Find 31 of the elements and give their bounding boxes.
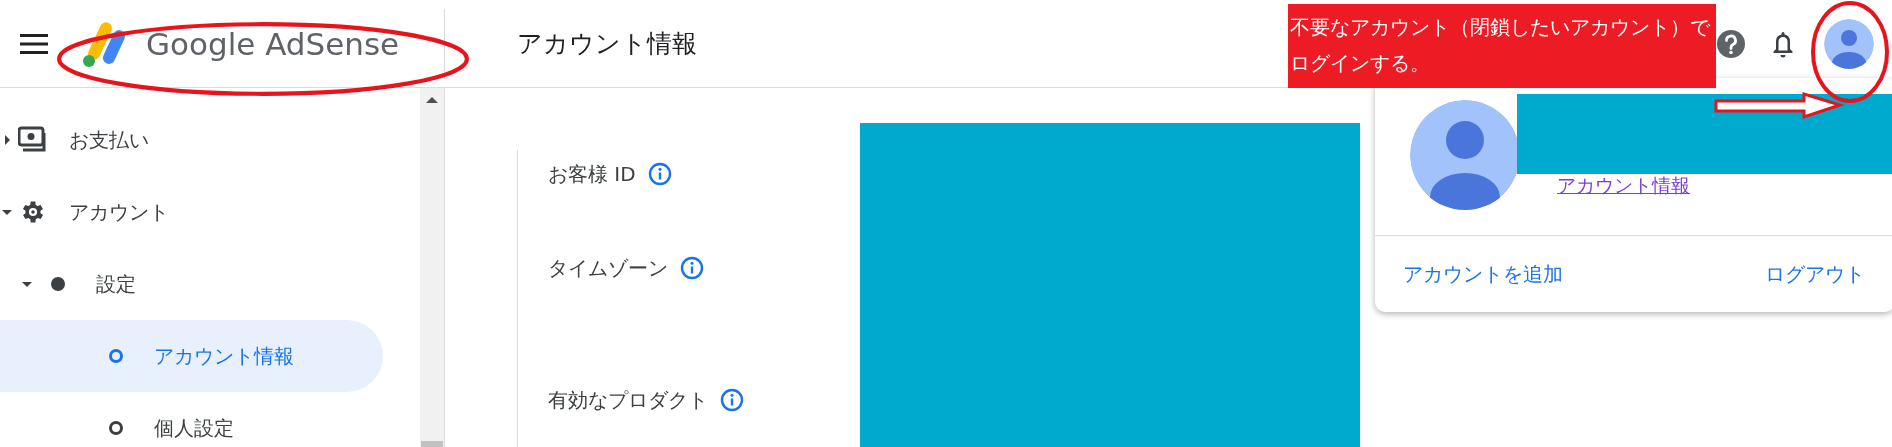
sidebar-item[interactable]: アカウント bbox=[0, 176, 383, 248]
scroll-up-icon[interactable] bbox=[426, 96, 438, 104]
sidebar-item[interactable]: 個人設定 bbox=[0, 392, 383, 447]
account-info-link[interactable]: アカウント情報 bbox=[1557, 173, 1690, 199]
info-icon[interactable] bbox=[720, 388, 744, 412]
caret-icon[interactable] bbox=[22, 279, 32, 289]
scrollbar-thumb[interactable] bbox=[421, 441, 443, 447]
logout-button[interactable]: ログアウト bbox=[1765, 256, 1865, 292]
ring-icon bbox=[108, 348, 124, 364]
help-icon[interactable] bbox=[1716, 28, 1746, 59]
avatar-icon bbox=[1410, 100, 1520, 210]
page-title: アカウント情報 bbox=[517, 29, 697, 58]
info-icon[interactable] bbox=[680, 256, 704, 280]
annotation-note: 不要なアカウント（閉鎖したいアカウント）で ログインする。 bbox=[1288, 4, 1716, 88]
banknote-icon bbox=[18, 126, 48, 154]
caret-icon[interactable] bbox=[2, 135, 12, 145]
dot-icon bbox=[50, 276, 66, 292]
caret-icon[interactable] bbox=[2, 207, 12, 217]
brand-name: Google AdSense bbox=[146, 25, 400, 62]
sidebar-item[interactable]: 設定 bbox=[0, 248, 383, 320]
sidebar-item[interactable]: お支払い bbox=[0, 104, 383, 176]
menu-icon[interactable] bbox=[20, 33, 48, 54]
ring-icon bbox=[108, 420, 124, 436]
field-label: 有効なプロダクト bbox=[548, 386, 708, 414]
field-label: タイムゾーン bbox=[548, 254, 668, 282]
add-account-button[interactable]: アカウントを追加 bbox=[1403, 256, 1563, 292]
avatar-icon[interactable] bbox=[1824, 18, 1874, 69]
sidebar-item[interactable]: アカウント情報 bbox=[0, 320, 383, 392]
field-label: お客様 ID bbox=[548, 160, 636, 188]
scrollbar[interactable] bbox=[420, 88, 445, 447]
info-icon[interactable] bbox=[647, 162, 672, 186]
